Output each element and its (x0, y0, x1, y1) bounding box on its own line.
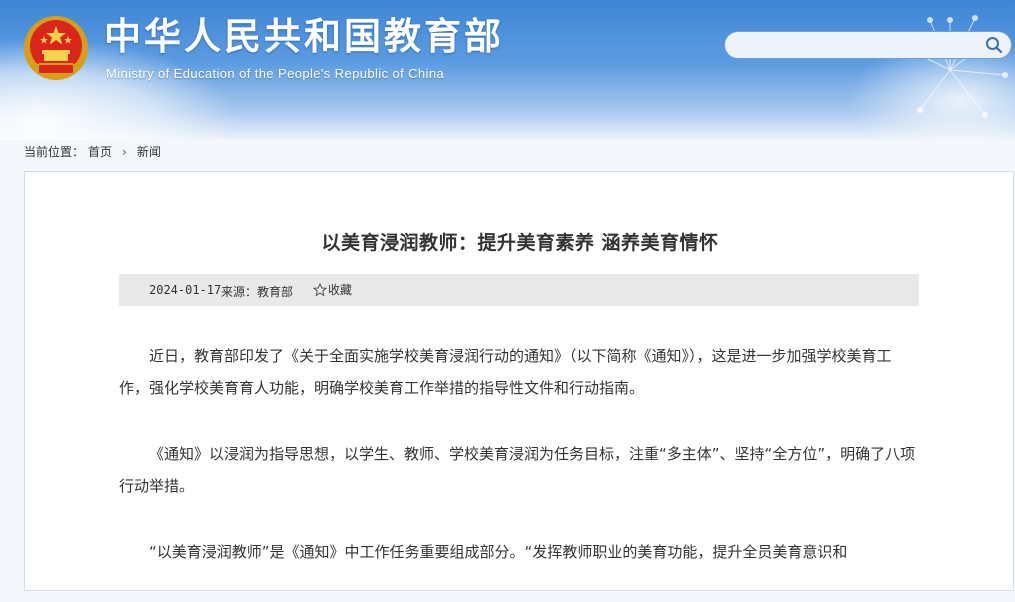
breadcrumb-home-link[interactable]: 首页 (88, 145, 112, 159)
search-input[interactable] (737, 35, 981, 57)
breadcrumb: 当前位置： 首页 › 新闻 (24, 143, 161, 160)
article-paragraph: “以美育浸润教师”是《通知》中工作任务重要组成部分。“发挥教师职业的美育功能，提… (149, 543, 848, 561)
dandelion-decoration-icon (907, 15, 1008, 118)
breadcrumb-prefix: 当前位置： (24, 145, 85, 159)
national-emblem-icon[interactable] (22, 14, 90, 82)
favorite-label: 收藏 (328, 283, 353, 297)
search-icon[interactable] (985, 36, 1003, 54)
article-panel: 以美育浸润教师：提升美育素养 涵养美育情怀 2024-01-17 来源： 教育部… (24, 171, 1014, 591)
article-paragraph: 《通知》以浸润为指导思想，以学生、教师、学校美育浸润为任务目标，注重“多主体”、… (119, 445, 916, 495)
site-header: 中华人民共和国教育部 Ministry of Education of the … (0, 0, 1015, 140)
breadcrumb-news-link[interactable]: 新闻 (137, 145, 161, 159)
breadcrumb-separator: › (122, 145, 127, 159)
star-icon (313, 282, 327, 296)
article-paragraph: 近日，教育部印发了《关于全面实施学校美育浸润行动的通知》（以下简称《通知》），这… (119, 347, 892, 397)
article-meta-bar: 2024-01-17 来源： 教育部 收藏 (119, 274, 919, 306)
article-date: 2024-01-17 (149, 283, 222, 297)
article-source-label: 来源： (221, 285, 258, 299)
site-title[interactable]: 中华人民共和国教育部 (104, 14, 504, 60)
article-content: 近日，教育部印发了《关于全面实施学校美育浸润行动的通知》（以下简称《通知》），这… (119, 340, 919, 602)
site-subtitle: Ministry of Education of the People's Re… (106, 66, 445, 81)
favorite-button[interactable]: 收藏 (313, 281, 352, 298)
article-source: 教育部 (257, 285, 294, 299)
article-title: 以美育浸润教师：提升美育素养 涵养美育情怀 (321, 232, 719, 254)
search-box (724, 31, 1012, 59)
